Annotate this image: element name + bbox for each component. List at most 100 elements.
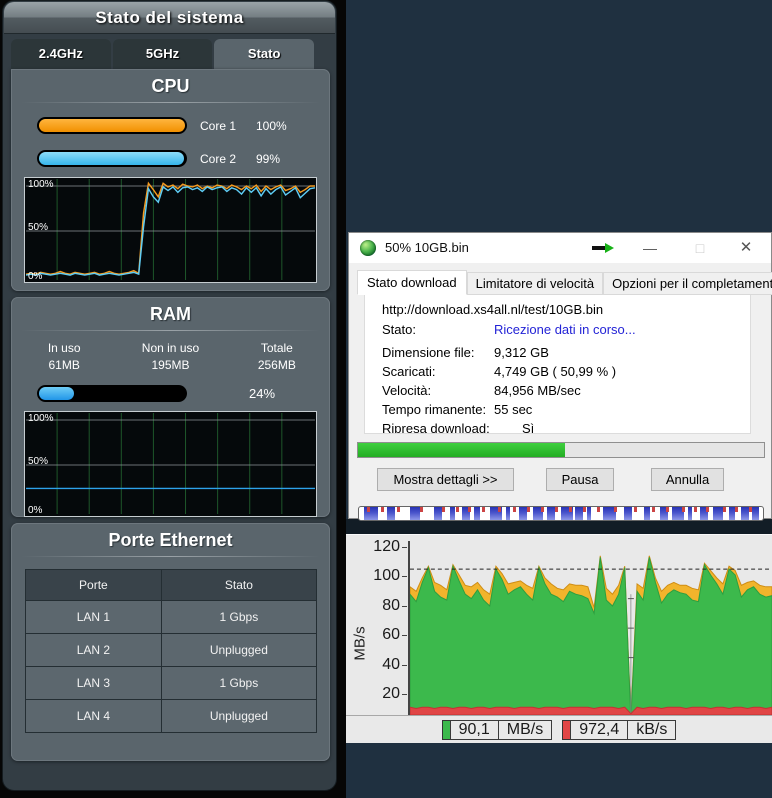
core2-bar	[37, 150, 187, 167]
tab-stato[interactable]: Stato	[214, 39, 314, 69]
port-status: 1 Gbps	[162, 601, 316, 634]
show-details-button[interactable]: Mostra dettagli >>	[377, 468, 514, 491]
close-button[interactable]: ✕	[731, 233, 761, 263]
tab-24ghz[interactable]: 2.4GHz	[11, 39, 111, 69]
core2-label: Core 2	[200, 152, 246, 166]
cpu-chart-label-0: 0%	[28, 271, 42, 282]
ram-stat-total: Totale 256MB	[224, 340, 330, 374]
ram-stat-total-value: 256MB	[224, 357, 330, 374]
ytick-100: 100	[356, 567, 400, 585]
port-name: LAN 3	[25, 667, 162, 700]
download-speed-unit: MB/s	[498, 720, 552, 740]
ram-stat-free-value: 195MB	[117, 357, 223, 374]
ram-stats: In uso 61MB Non in uso 195MB Totale 256M…	[11, 340, 330, 374]
ram-stat-used-label: In uso	[11, 340, 117, 357]
ethernet-section: Porte Ethernet Porte Stato LAN 1 1 Gbps …	[11, 523, 330, 761]
core1-bar	[37, 117, 187, 134]
table-row: LAN 1 1 Gbps	[25, 601, 316, 634]
ram-chart-label-100: 100%	[28, 413, 54, 424]
cancel-button[interactable]: Annulla	[651, 468, 724, 491]
table-header-row: Porte Stato	[25, 570, 316, 601]
ytick-120: 120	[356, 538, 400, 556]
tab-limitatore[interactable]: Limitatore di velocità	[467, 272, 604, 295]
ram-chart-label-50: 50%	[28, 456, 48, 467]
upload-speed-unit: kB/s	[627, 720, 676, 740]
idm-app-icon	[360, 240, 376, 256]
core1-row: Core 1 100%	[37, 117, 330, 134]
ram-stat-free: Non in uso 195MB	[117, 340, 223, 374]
ram-fill	[39, 387, 74, 400]
pause-button[interactable]: Pausa	[546, 468, 614, 491]
tab-opzioni[interactable]: Opzioni per il completamento	[603, 272, 772, 295]
ram-section-title: RAM	[11, 304, 330, 325]
cpu-chart-label-100: 100%	[28, 179, 54, 190]
ytick-40: 40	[356, 656, 400, 674]
download-readout: 90,1 MB/s	[442, 720, 553, 740]
port-name: LAN 2	[25, 634, 162, 667]
port-name: LAN 4	[25, 700, 162, 733]
detail-row: Tempo rimanente: 55 sec	[382, 400, 750, 419]
speed-readout: 90,1 MB/s 972,4 kB/s	[346, 715, 772, 743]
ytick-60: 60	[356, 626, 400, 644]
core1-label: Core 1	[200, 119, 246, 133]
upload-readout: 972,4 kB/s	[562, 720, 676, 740]
upload-speed-value: 972,4	[570, 720, 628, 740]
divider	[21, 102, 320, 103]
divider	[21, 556, 320, 557]
ethernet-section-title: Porte Ethernet	[11, 530, 330, 551]
table-row: LAN 3 1 Gbps	[25, 667, 316, 700]
chunk-progress-bar	[358, 506, 764, 521]
panel-title: Stato del sistema	[4, 2, 335, 34]
tab-stato-download[interactable]: Stato download	[357, 270, 467, 295]
router-status-panel: Stato del sistema 2.4GHz 5GHz Stato CPU …	[2, 0, 337, 791]
core2-fill	[39, 152, 184, 165]
minimize-button[interactable]: —	[635, 233, 665, 263]
table-row: LAN 2 Unplugged	[25, 634, 316, 667]
download-details: Dimensione file: 9,312 GB Scaricati: 4,7…	[382, 343, 750, 434]
ram-stat-free-label: Non in uso	[117, 340, 223, 357]
titlebar: 50% 10GB.bin — □ ✕	[349, 233, 771, 263]
status-label: Stato:	[382, 320, 494, 339]
cpu-chart-label-50: 50%	[28, 222, 48, 233]
green-arrow-icon	[592, 243, 616, 253]
maximize-button[interactable]: □	[685, 233, 715, 263]
router-tabs: 2.4GHz 5GHz Stato	[11, 39, 314, 69]
download-window: 50% 10GB.bin — □ ✕ Stato download Limita…	[348, 232, 772, 519]
divider	[21, 330, 320, 331]
ram-stat-total-label: Totale	[224, 340, 330, 357]
tab-5ghz[interactable]: 5GHz	[113, 39, 213, 69]
status-row: Stato: Ricezione dati in corso...	[382, 320, 750, 339]
ram-bar-row: 24%	[37, 385, 330, 402]
port-name: LAN 1	[25, 601, 162, 634]
port-status: Unplugged	[162, 700, 316, 733]
ethernet-table: Porte Stato LAN 1 1 Gbps LAN 2 Unplugged…	[25, 569, 317, 733]
detail-row: Ripresa download: Sì	[382, 419, 750, 434]
ytick-20: 20	[356, 685, 400, 703]
download-url: http://download.xs4all.nl/test/10GB.bin	[382, 301, 750, 318]
table-row: LAN 4 Unplugged	[25, 700, 316, 733]
ram-usage-chart: 100% 50% 0%	[24, 411, 317, 517]
status-value[interactable]: Ricezione dati in corso...	[494, 320, 636, 339]
cpu-usage-chart: 100% 50% 0%	[24, 177, 317, 283]
ram-section: RAM In uso 61MB Non in uso 195MB Totale …	[11, 297, 330, 517]
download-progress-fill	[358, 443, 565, 457]
detail-row: Scaricati: 4,749 GB ( 50,99 % )	[382, 362, 750, 381]
download-tabs: Stato download Limitatore di velocità Op…	[357, 269, 772, 294]
screen: Stato del sistema 2.4GHz 5GHz Stato CPU …	[0, 0, 772, 798]
ram-percent: 24%	[249, 386, 275, 401]
cpu-section-title: CPU	[11, 76, 330, 97]
detail-row: Velocità: 84,956 MB/sec	[382, 381, 750, 400]
core1-value: 100%	[256, 119, 287, 133]
download-progress-bar	[357, 442, 765, 458]
desktop-area: 50% 10GB.bin — □ ✕ Stato download Limita…	[346, 0, 772, 798]
ram-chart-label-0: 0%	[28, 505, 42, 516]
download-info-box: http://download.xs4all.nl/test/10GB.bin …	[364, 293, 751, 434]
col-porte: Porte	[25, 570, 162, 601]
cpu-section: CPU Core 1 100% Core 2 99% 100% 50% 0%	[11, 69, 330, 291]
window-gap	[346, 519, 772, 534]
detail-row: Dimensione file: 9,312 GB	[382, 343, 750, 362]
core2-value: 99%	[256, 152, 280, 166]
speed-graph-panel: MB/s 120 100 80 60 40 20 90,1 MB/s	[346, 534, 772, 742]
window-title: 50% 10GB.bin	[385, 233, 469, 263]
speed-chart-plot	[408, 541, 772, 715]
